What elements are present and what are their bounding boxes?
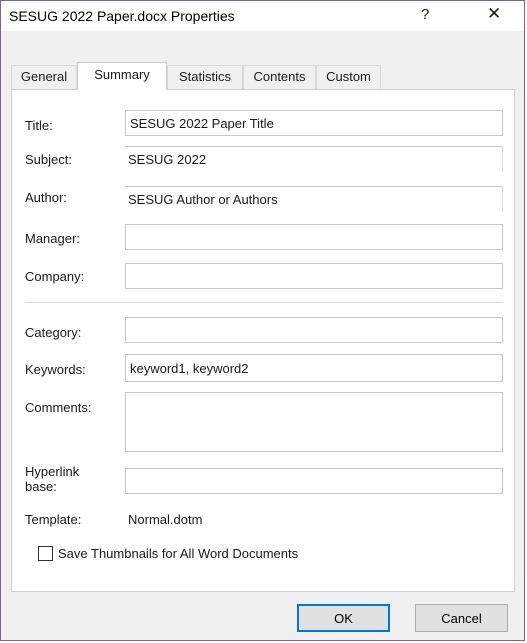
subject-label: Subject: — [25, 152, 72, 167]
company-label: Company: — [25, 269, 85, 284]
properties-dialog: SESUG 2022 Paper.docx Properties ? ✕ Gen… — [0, 0, 525, 641]
keywords-label: Keywords: — [25, 362, 86, 377]
comments-label: Comments: — [25, 400, 92, 415]
ok-button[interactable]: OK — [297, 604, 390, 632]
template-value: Normal.dotm — [128, 512, 203, 527]
cancel-button[interactable]: Cancel — [415, 604, 508, 632]
keywords-field[interactable] — [125, 354, 503, 382]
category-field[interactable] — [125, 317, 503, 343]
tab-summary[interactable]: Summary — [77, 62, 167, 90]
close-icon[interactable]: ✕ — [487, 4, 501, 24]
save-thumbnails-label[interactable]: Save Thumbnails for All Word Documents — [58, 546, 298, 561]
author-field[interactable] — [125, 186, 503, 212]
hyperlink-label-line2: base: — [25, 479, 57, 494]
help-icon[interactable]: ? — [421, 6, 429, 23]
summary-panel: Title: Subject: Author: Manager: Company… — [11, 89, 515, 592]
category-label: Category: — [25, 325, 82, 340]
tab-contents[interactable]: Contents — [243, 65, 316, 89]
manager-label: Manager: — [25, 231, 80, 246]
title-field[interactable] — [125, 110, 503, 136]
tab-statistics[interactable]: Statistics — [167, 65, 243, 89]
comments-field[interactable] — [125, 392, 503, 452]
title-bar: SESUG 2022 Paper.docx Properties ? ✕ — [1, 1, 524, 31]
tab-general[interactable]: General — [11, 65, 77, 89]
save-thumbnails-checkbox[interactable] — [38, 546, 53, 561]
company-field[interactable] — [125, 263, 503, 289]
hyperlink-base-field[interactable] — [125, 468, 503, 494]
template-label: Template: — [25, 512, 82, 527]
hyperlink-label-line1: Hyperlink — [25, 464, 80, 479]
dialog-title: SESUG 2022 Paper.docx Properties — [9, 8, 235, 24]
subject-field[interactable] — [125, 146, 503, 172]
tab-custom[interactable]: Custom — [316, 65, 381, 89]
hyperlink-base-label: Hyperlink base: — [25, 464, 79, 494]
title-label: Title: — [25, 118, 53, 133]
author-label: Author: — [25, 190, 67, 205]
section-divider — [25, 302, 503, 303]
manager-field[interactable] — [125, 224, 503, 250]
